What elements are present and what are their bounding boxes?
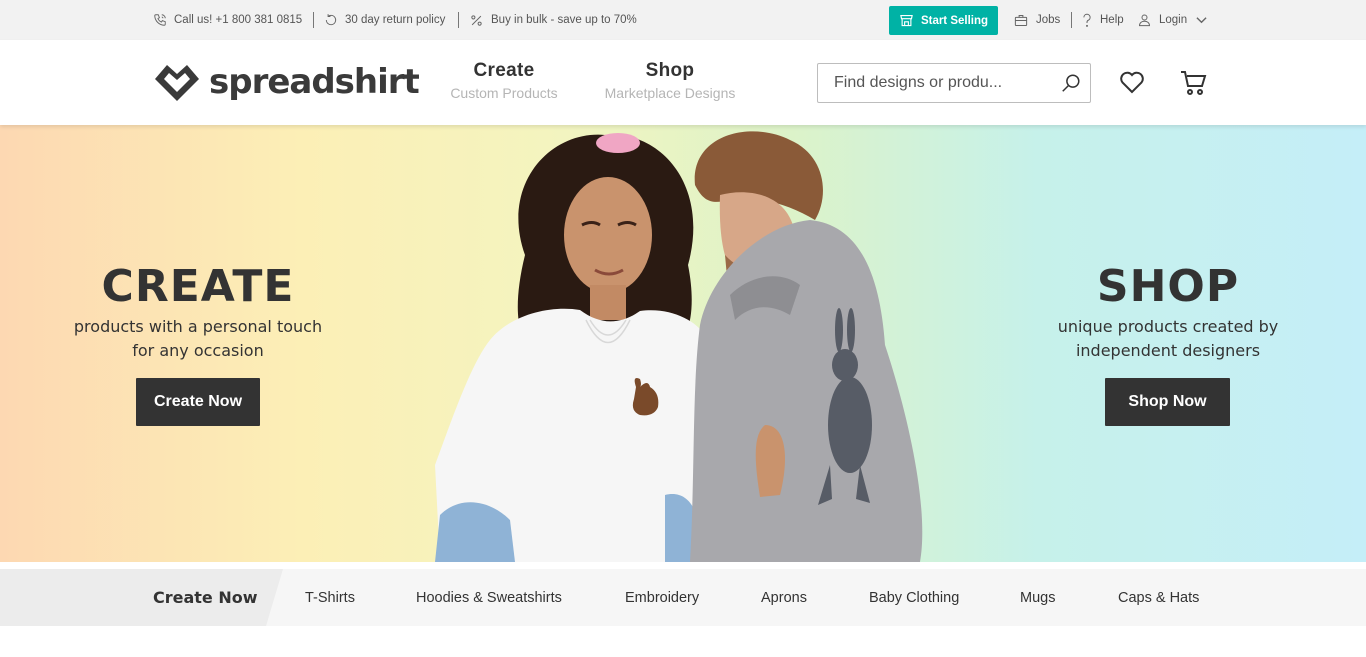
start-selling-button[interactable]: Start Selling	[889, 6, 998, 35]
percent-icon	[471, 14, 482, 26]
cart-icon[interactable]	[1180, 70, 1207, 96]
category-mugs[interactable]: Mugs	[1020, 569, 1055, 626]
shop-subheading-line2: independent designers	[1075, 341, 1261, 360]
create-now-button[interactable]: Create Now	[136, 378, 260, 426]
call-us-label: Call us! +1 800 381 0815	[174, 14, 303, 26]
search-icon[interactable]	[1060, 72, 1082, 94]
spreadshirt-logo[interactable]: spreadshirt	[153, 61, 420, 103]
jobs-label: Jobs	[1036, 14, 1061, 26]
create-subheading-line1: products with a personal touch	[73, 317, 323, 336]
divider	[1071, 12, 1072, 28]
bulk-discount-link[interactable]: Buy in bulk - save up to 70%	[469, 0, 637, 40]
category-caps-hats[interactable]: Caps & Hats	[1118, 569, 1199, 626]
return-icon	[325, 14, 337, 26]
nav-create-sublabel: Custom Products	[450, 85, 558, 101]
logo-text: spreadshirt	[209, 62, 420, 102]
hero-models-image	[435, 131, 923, 562]
start-selling-label: Start Selling	[920, 14, 989, 27]
category-aprons[interactable]: Aprons	[761, 569, 807, 626]
category-baby-clothing[interactable]: Baby Clothing	[869, 569, 959, 626]
jobs-link[interactable]: Jobs	[1013, 0, 1060, 40]
return-policy-link[interactable]: 30 day return policy	[324, 0, 445, 40]
main-header: spreadshirt Create Custom Products Shop …	[0, 40, 1366, 125]
nav-shop[interactable]: Shop Marketplace Designs	[600, 60, 740, 101]
shop-heading: SHOP	[1096, 261, 1240, 312]
login-label: Login	[1159, 14, 1188, 26]
heart-icon[interactable]	[1119, 70, 1145, 94]
shop-now-button[interactable]: Shop Now	[1105, 378, 1230, 426]
search-input[interactable]	[818, 64, 1048, 102]
create-subheading: products with a personal touch for any o…	[28, 315, 368, 363]
login-dropdown[interactable]: Login	[1137, 0, 1207, 40]
call-us-link[interactable]: Call us! +1 800 381 0815	[153, 0, 302, 40]
store-icon	[900, 14, 913, 27]
logo-heart-icon	[155, 65, 199, 101]
help-link[interactable]: Help	[1081, 0, 1124, 40]
help-label: Help	[1100, 14, 1124, 26]
category-t-shirts[interactable]: T-Shirts	[305, 569, 355, 626]
create-subheading-line2: for any occasion	[132, 341, 264, 360]
briefcase-icon	[1014, 14, 1028, 26]
phone-icon	[154, 14, 166, 26]
create-now-tab[interactable]: Create Now	[153, 569, 258, 626]
nav-shop-sublabel: Marketplace Designs	[604, 85, 736, 101]
divider	[458, 12, 459, 28]
user-icon	[1138, 14, 1151, 27]
return-policy-label: 30 day return policy	[345, 14, 446, 26]
search-box	[817, 63, 1091, 103]
nav-create-label: Create	[473, 60, 535, 81]
create-heading: CREATE	[101, 261, 295, 312]
nav-shop-label: Shop	[645, 60, 695, 81]
chevron-down-icon	[1196, 17, 1207, 24]
question-icon	[1083, 13, 1091, 27]
bulk-discount-label: Buy in bulk - save up to 70%	[491, 14, 637, 26]
category-hoodies-sweatshirts[interactable]: Hoodies & Sweatshirts	[416, 569, 562, 626]
divider	[313, 12, 314, 28]
category-embroidery[interactable]: Embroidery	[625, 569, 699, 626]
shop-subheading: unique products created by independent d…	[1018, 315, 1318, 363]
category-bar: Create Now T-Shirts Hoodies & Sweatshirt…	[0, 569, 1366, 626]
nav-create[interactable]: Create Custom Products	[447, 60, 561, 101]
shop-subheading-line1: unique products created by	[1057, 317, 1279, 336]
top-utility-bar: Call us! +1 800 381 0815 30 day return p…	[0, 0, 1366, 40]
hero-banner: CREATE products with a personal touch fo…	[0, 125, 1366, 562]
